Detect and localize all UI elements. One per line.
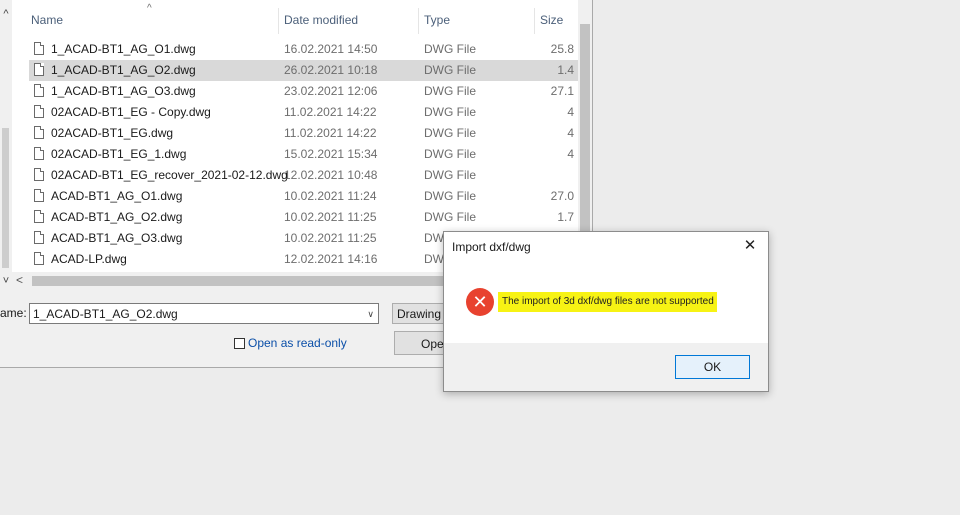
file-name: 1_ACAD-BT1_AG_O2.dwg — [51, 63, 196, 77]
file-size: 4 — [567, 126, 574, 140]
nav-scroll-down-icon[interactable]: ˅ — [0, 275, 12, 287]
file-type: DWG File — [424, 147, 476, 161]
file-date: 16.02.2021 14:50 — [284, 42, 378, 56]
column-size[interactable]: Size — [540, 13, 563, 27]
column-date-modified[interactable]: Date modified — [284, 13, 358, 27]
file-name: ACAD-BT1_AG_O3.dwg — [51, 231, 183, 245]
open-read-only-option[interactable]: Open as read-only — [234, 336, 347, 350]
file-row[interactable]: ACAD-BT1_AG_O2.dwg 10.02.2021 11:25 DWG … — [12, 207, 578, 228]
ok-button[interactable]: OK — [675, 355, 750, 379]
file-date: 26.02.2021 10:18 — [284, 63, 378, 77]
file-date: 12.02.2021 14:16 — [284, 252, 378, 266]
document-icon — [34, 84, 44, 97]
dialog-title: Import dxf/dwg — [452, 240, 531, 254]
sort-ascending-icon: ^ — [147, 3, 152, 14]
read-only-label[interactable]: Open as read-only — [248, 336, 347, 350]
file-type-value: Drawing — [397, 307, 442, 321]
file-row[interactable]: 1_ACAD-BT1_AG_O3.dwg 23.02.2021 12:06 DW… — [12, 81, 578, 102]
file-size: 27.0 — [550, 189, 574, 203]
document-icon — [34, 63, 44, 76]
scroll-left-icon[interactable]: < — [16, 274, 23, 286]
file-name: ACAD-BT1_AG_O1.dwg — [51, 189, 183, 203]
file-date: 12.02.2021 10:48 — [284, 168, 378, 182]
chevron-down-icon[interactable]: ∨ — [367, 307, 374, 321]
column-name[interactable]: Name — [31, 13, 63, 27]
file-date: 15.02.2021 15:34 — [284, 147, 378, 161]
document-icon — [34, 147, 44, 160]
close-icon[interactable]: ✕ — [740, 236, 760, 256]
column-separator[interactable] — [418, 8, 419, 34]
document-icon — [34, 105, 44, 118]
file-type: DW — [424, 231, 444, 245]
file-type: DW — [424, 252, 444, 266]
file-name: ACAD-LP.dwg — [51, 252, 127, 266]
document-icon — [34, 189, 44, 202]
file-name-value[interactable]: 1_ACAD-BT1_AG_O2.dwg — [33, 307, 178, 321]
file-row[interactable]: 02ACAD-BT1_EG.dwg 11.02.2021 14:22 DWG F… — [12, 123, 578, 144]
file-type: DWG File — [424, 84, 476, 98]
file-row[interactable]: 02ACAD-BT1_EG_1.dwg 15.02.2021 15:34 DWG… — [12, 144, 578, 165]
file-name-combobox[interactable]: 1_ACAD-BT1_AG_O2.dwg ∨ — [29, 303, 379, 324]
file-date: 10.02.2021 11:25 — [284, 231, 377, 245]
file-size: 27.1 — [550, 84, 574, 98]
file-date: 11.02.2021 14:22 — [284, 105, 377, 119]
file-type: DWG File — [424, 210, 476, 224]
nav-scrollbar-thumb[interactable] — [2, 128, 9, 268]
nav-scroll-up-icon[interactable]: ^ — [0, 8, 12, 20]
open-button-label: Ope — [421, 337, 444, 351]
navigation-pane: ^ ˅ — [0, 0, 12, 287]
document-icon — [34, 126, 44, 139]
file-type: DWG File — [424, 42, 476, 56]
column-separator[interactable] — [534, 8, 535, 34]
file-date: 10.02.2021 11:25 — [284, 210, 377, 224]
file-name: 02ACAD-BT1_EG_recover_2021-02-12.dwg — [51, 168, 288, 182]
column-separator[interactable] — [278, 8, 279, 34]
file-name: 02ACAD-BT1_EG - Copy.dwg — [51, 105, 211, 119]
document-icon — [34, 168, 44, 181]
file-name: 02ACAD-BT1_EG.dwg — [51, 126, 174, 140]
file-type: DWG File — [424, 105, 476, 119]
file-type: DWG File — [424, 189, 476, 203]
column-type[interactable]: Type — [424, 13, 450, 27]
error-icon: ✕ — [466, 288, 494, 316]
file-row[interactable]: 02ACAD-BT1_EG_recover_2021-02-12.dwg 12.… — [12, 165, 578, 186]
column-header: ^ Name Date modified Type Size — [12, 0, 578, 38]
file-date: 23.02.2021 12:06 — [284, 84, 378, 98]
file-type: DWG File — [424, 126, 476, 140]
file-size: 4 — [567, 147, 574, 161]
read-only-checkbox[interactable] — [234, 338, 245, 349]
import-error-dialog: Import dxf/dwg ✕ ✕ The import of 3d dxf/… — [443, 231, 769, 392]
file-size: 4 — [567, 105, 574, 119]
file-name-label: ame: — [0, 306, 27, 320]
file-name: 1_ACAD-BT1_AG_O1.dwg — [51, 42, 196, 56]
document-icon — [34, 252, 44, 265]
document-icon — [34, 210, 44, 223]
file-date: 10.02.2021 11:24 — [284, 189, 377, 203]
file-name: 1_ACAD-BT1_AG_O3.dwg — [51, 84, 196, 98]
file-type: DWG File — [424, 63, 476, 77]
vertical-scrollbar-thumb[interactable] — [580, 24, 590, 234]
file-name: 02ACAD-BT1_EG_1.dwg — [51, 147, 187, 161]
file-size: 25.8 — [550, 42, 574, 56]
file-size: 1.7 — [557, 210, 574, 224]
document-icon — [34, 42, 44, 55]
file-row[interactable]: 1_ACAD-BT1_AG_O1.dwg 16.02.2021 14:50 DW… — [12, 39, 578, 60]
file-type: DWG File — [424, 168, 476, 182]
file-row[interactable]: ACAD-BT1_AG_O1.dwg 10.02.2021 11:24 DWG … — [12, 186, 578, 207]
document-icon — [34, 231, 44, 244]
file-row[interactable]: 02ACAD-BT1_EG - Copy.dwg 11.02.2021 14:2… — [12, 102, 578, 123]
file-row-selected[interactable]: 1_ACAD-BT1_AG_O2.dwg 26.02.2021 10:18 DW… — [12, 60, 578, 81]
file-date: 11.02.2021 14:22 — [284, 126, 377, 140]
file-size: 1.4 — [557, 63, 574, 77]
file-name: ACAD-BT1_AG_O2.dwg — [51, 210, 183, 224]
error-message: The import of 3d dxf/dwg files are not s… — [498, 292, 717, 312]
